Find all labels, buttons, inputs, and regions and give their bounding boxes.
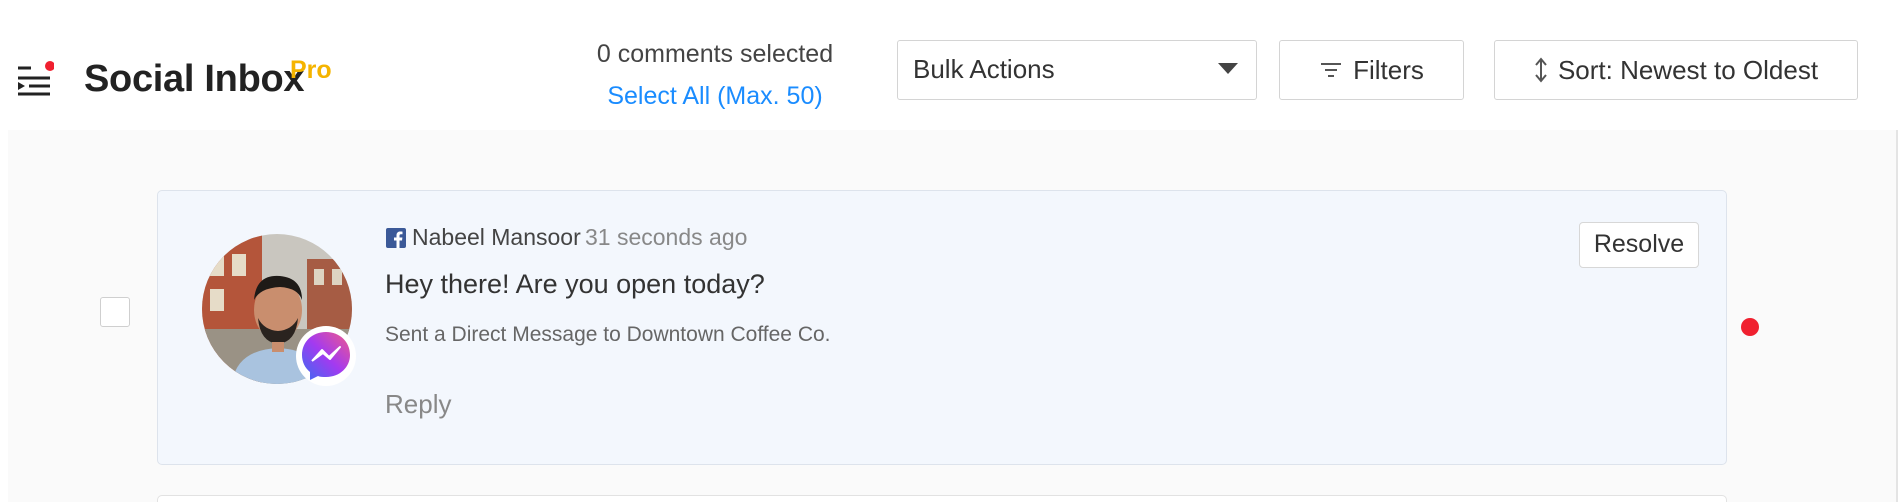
left-strip: [0, 130, 8, 502]
sort-button[interactable]: Sort: Newest to Oldest: [1494, 40, 1858, 100]
messenger-icon: [296, 326, 356, 386]
sort-label: Sort: Newest to Oldest: [1557, 54, 1819, 85]
menu-collapse-icon[interactable]: [14, 60, 55, 100]
comment-select-checkbox[interactable]: [100, 297, 130, 327]
unread-indicator: [1741, 318, 1759, 336]
comment-author[interactable]: Nabeel Mansoor: [412, 224, 581, 251]
inbox-header: Social Inbox Pro 0 comments selected Sel…: [0, 0, 1898, 130]
pro-badge: Pro: [290, 56, 332, 84]
facebook-icon: [386, 228, 406, 248]
select-all-link[interactable]: Select All (Max. 50): [560, 82, 870, 111]
comment-message: Hey there! Are you open today?: [385, 269, 765, 299]
bulk-actions-select[interactable]: Bulk Actions: [897, 40, 1257, 100]
resolve-button[interactable]: Resolve: [1579, 222, 1699, 268]
comment-context: Sent a Direct Message to Downtown Coffee…: [385, 323, 831, 346]
app-title: Social Inbox: [84, 58, 305, 100]
social-inbox-page: Social Inbox Pro 0 comments selected Sel…: [0, 0, 1898, 502]
next-comment-card: [157, 495, 1727, 502]
filter-icon: [1321, 63, 1342, 77]
filters-button[interactable]: Filters: [1279, 40, 1464, 100]
comment-timestamp: 31 seconds ago: [585, 224, 748, 250]
filters-label: Filters: [1353, 54, 1424, 85]
bulk-actions-label: Bulk Actions: [913, 54, 1055, 84]
sort-arrows-icon: [1535, 57, 1547, 83]
selection-count: 0 comments selected: [596, 40, 834, 68]
comment-card: Nabeel Mansoor 31 seconds ago Hey there!…: [157, 190, 1727, 465]
reply-button[interactable]: Reply: [385, 389, 451, 420]
caret-down-icon: [1218, 63, 1238, 74]
